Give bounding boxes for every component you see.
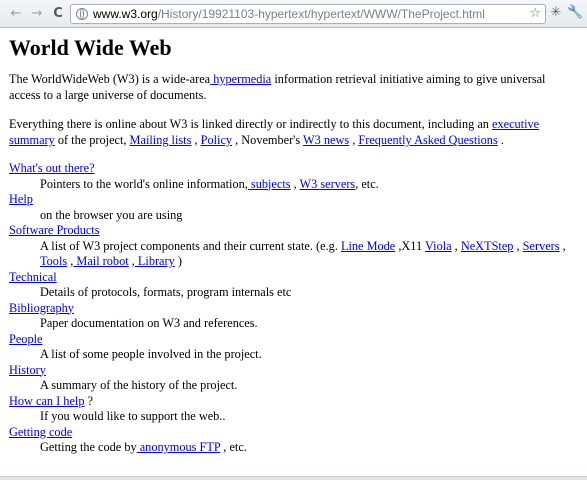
browser-toolbar: ← → C www.w3.org/History/19921103-hypert…	[0, 0, 587, 28]
list-term: Software Products	[9, 223, 579, 239]
desc-text: ,	[513, 238, 523, 253]
back-button[interactable]: ←	[8, 6, 24, 22]
list-term: People	[9, 332, 579, 348]
policy-link[interactable]: Policy	[201, 133, 232, 147]
desc-text: A list of W3 project components and thei…	[40, 238, 341, 253]
list-description: Details of protocols, formats, program i…	[40, 285, 292, 299]
getting-code-link[interactable]: Getting code	[9, 425, 72, 439]
subjects-link[interactable]: subjects	[248, 177, 291, 191]
page-content: World Wide Web The WorldWideWeb (W3) is …	[9, 32, 579, 456]
overview-text: of the project,	[54, 133, 130, 147]
forward-button[interactable]: →	[29, 6, 45, 22]
whats-out-there-link[interactable]: What's out there?	[9, 161, 95, 175]
mail-robot-link[interactable]: Mail robot	[73, 254, 128, 268]
anonymous-ftp-link[interactable]: anonymous FTP	[137, 440, 221, 454]
topic-list: What's out there? Pointers to the world'…	[9, 161, 579, 456]
url-text[interactable]: www.w3.org/History/19921103-hypertext/hy…	[93, 7, 485, 22]
list-description: Pointers to the world's online informati…	[40, 177, 579, 193]
overview-text: .	[497, 133, 504, 147]
intro-text-1: The WorldWideWeb (W3) is a wide-area	[9, 72, 211, 86]
line-mode-link[interactable]: Line Mode	[341, 239, 395, 253]
desc-text: , etc.	[355, 176, 379, 191]
url-path: /History/19921103-hypertext/hypertext/WW…	[157, 7, 485, 21]
horizontal-scrollbar[interactable]	[0, 476, 587, 480]
mailing-lists-link[interactable]: Mailing lists	[130, 133, 192, 147]
list-description: Paper documentation on W3 and references…	[40, 316, 258, 330]
list-term: How can I help ?	[9, 394, 579, 410]
desc-text: ,	[559, 238, 566, 253]
desc-text: Pointers to the world's online informati…	[40, 176, 248, 191]
list-term: History	[9, 363, 579, 379]
list-description: If you would like to support the web..	[40, 409, 226, 423]
w3-servers-link[interactable]: W3 servers	[300, 177, 356, 191]
list-term: Help	[9, 192, 579, 208]
list-description: on the browser you are using	[40, 207, 183, 222]
reload-button[interactable]: C	[50, 6, 66, 22]
desc-text: , etc.	[220, 440, 247, 454]
hypermedia-link[interactable]: hypermedia	[210, 72, 271, 86]
overview-text: Everything there is online about W3 is l…	[9, 117, 493, 131]
list-term: What's out there?	[9, 161, 579, 177]
w3-news-link[interactable]: W3 news	[303, 133, 349, 147]
term-suffix: ?	[84, 393, 94, 408]
tools-link[interactable]: Tools	[40, 254, 67, 268]
technical-link[interactable]: Technical	[9, 270, 57, 284]
bookmark-star-icon[interactable]: ☆	[529, 6, 541, 21]
desc-text: Getting the code by	[40, 440, 137, 454]
servers-link[interactable]: Servers	[523, 239, 560, 253]
list-description: A list of W3 project components and thei…	[40, 239, 579, 270]
wrench-menu-icon[interactable]: 🔧	[567, 5, 583, 21]
people-link[interactable]: People	[9, 332, 42, 346]
desc-text: ,	[290, 176, 300, 191]
software-products-link[interactable]: Software Products	[9, 223, 100, 237]
extension-icon[interactable]: ✳	[548, 5, 564, 21]
page-title: World Wide Web	[9, 35, 172, 60]
overview-text: ,	[349, 133, 359, 147]
list-term: Getting code	[9, 425, 579, 441]
list-term: Bibliography	[9, 301, 579, 317]
bibliography-link[interactable]: Bibliography	[9, 301, 74, 315]
overview-paragraph: Everything there is online about W3 is l…	[9, 116, 579, 148]
help-link[interactable]: Help	[9, 192, 33, 206]
list-description: A list of some people involved in the pr…	[40, 347, 262, 361]
desc-text: ,	[451, 238, 461, 253]
viola-link[interactable]: Viola	[425, 239, 452, 253]
intro-paragraph: The WorldWideWeb (W3) is a wide-area hyp…	[9, 71, 579, 103]
list-description: A summary of the history of the project.	[40, 378, 238, 392]
globe-icon	[76, 8, 88, 20]
history-link[interactable]: History	[9, 363, 46, 377]
library-link[interactable]: Library	[135, 254, 175, 268]
overview-text: , November's	[232, 133, 304, 147]
how-can-i-help-link[interactable]: How can I help	[9, 394, 84, 408]
url-host: www.w3.org	[93, 7, 158, 21]
list-term: Technical	[9, 270, 579, 286]
nextstep-link[interactable]: NeXTStep	[461, 239, 514, 253]
list-description: Getting the code by anonymous FTP , etc.	[40, 440, 579, 456]
desc-text: ,X11	[395, 238, 426, 253]
address-bar[interactable]: www.w3.org/History/19921103-hypertext/hy…	[70, 4, 546, 24]
faq-link[interactable]: Frequently Asked Questions	[358, 133, 497, 147]
overview-text: ,	[191, 133, 201, 147]
desc-text: )	[174, 254, 182, 268]
